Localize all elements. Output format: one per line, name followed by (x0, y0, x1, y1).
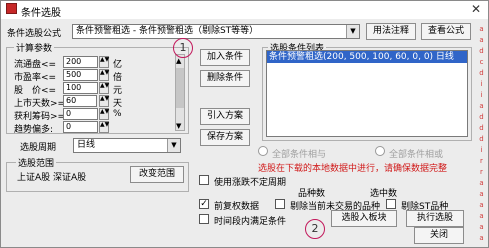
param-label: 市盈率<= (14, 73, 57, 83)
edge-mark: d (479, 113, 484, 121)
time-segment-label: 时间段内满足条件 (214, 217, 287, 227)
params-legend: 计算参数 (14, 41, 55, 54)
selected-count-label: 选中数 (370, 189, 398, 199)
close-button[interactable]: 关闭 (414, 227, 464, 244)
exclude-st-checkbox[interactable] (386, 199, 396, 209)
spin-stepper[interactable]: ▲▼ (99, 82, 109, 94)
radio-or-label: 全部条件相或 (389, 150, 444, 160)
period-value: 日线 (77, 140, 96, 150)
irregular-period-label: 使用涨跌不定周期 (214, 178, 287, 188)
formula-label: 条件选股公式 (7, 29, 62, 39)
param-input[interactable]: 0 (63, 121, 98, 133)
edge-mark: d (479, 135, 484, 143)
edge-mark: a (479, 25, 484, 33)
edge-mark: a (479, 36, 484, 44)
edge-mark: a (479, 102, 484, 110)
annotation-circle-1: 1 (173, 38, 193, 58)
param-input[interactable]: 200 (63, 56, 98, 68)
range-legend: 选股范围 (16, 156, 57, 169)
close-icon[interactable]: ✕ (466, 1, 486, 17)
exclude-suspended-checkbox[interactable] (275, 199, 285, 209)
param-unit: 天 (113, 99, 123, 109)
edge-mark: r (480, 157, 483, 165)
edge-mark: i (480, 80, 483, 88)
edge-mark: a (479, 234, 484, 242)
param-input[interactable]: 0 (63, 108, 98, 120)
spin-stepper[interactable]: ▲▼ (99, 108, 109, 120)
window-title: 条件选股 (21, 8, 61, 19)
select-to-block-button[interactable]: 选股入板块 (331, 210, 397, 227)
param-unit: 倍 (113, 73, 123, 83)
list-item[interactable]: 条件预警粗选(200, 500, 100, 60, 0, 0) 日线 (267, 51, 467, 63)
formula-combo[interactable]: 条件预警粗选 - 条件预警粗选（剔除ST等等） ▼ (72, 24, 360, 39)
radio-and-label: 全部条件相与 (272, 150, 327, 160)
edge-mark: a (479, 179, 484, 187)
edge-mark: d (479, 124, 484, 132)
formula-value: 条件预警粗选 - 条件预警粗选（剔除ST等等） (76, 26, 259, 36)
change-range-button[interactable]: 改变范围 (130, 166, 184, 183)
param-input[interactable]: 100 (63, 82, 98, 94)
param-unit: 元 (113, 86, 123, 96)
title-bar (1, 1, 488, 19)
edge-mark: a (479, 201, 484, 209)
edge-mark: i (480, 91, 483, 99)
edge-mark: d (479, 47, 484, 55)
param-label: 上市天数>= (14, 99, 66, 109)
param-unit: % (113, 109, 122, 119)
param-input[interactable]: 500 (63, 69, 98, 81)
import-plan-button[interactable]: 引入方案 (200, 108, 250, 125)
delete-condition-button[interactable]: 删除条件 (200, 70, 250, 87)
param-label: 股 价<= (14, 86, 57, 96)
radio-and[interactable] (258, 146, 268, 156)
radio-or[interactable] (375, 146, 385, 156)
period-label: 选股周期 (20, 143, 57, 153)
execute-select-button[interactable]: 执行选股 (406, 210, 464, 227)
irregular-period-checkbox[interactable] (199, 175, 209, 185)
spin-stepper[interactable]: ▲▼ (99, 56, 109, 68)
usage-button[interactable]: 用法注释 (366, 23, 416, 40)
data-warning-note: 选股在下载的本地数据中进行，请确保数据完整 (258, 164, 448, 174)
spin-stepper[interactable]: ▲▼ (99, 69, 109, 81)
annotation-circle-2: 2 (305, 219, 325, 239)
scroll-thumb[interactable] (176, 68, 184, 108)
view-formula-button[interactable]: 查看公式 (421, 23, 471, 40)
edge-mark: i (480, 146, 483, 154)
right-edge-marks: aadcdiiadddirraaaaaa (478, 24, 486, 244)
edge-mark: a (479, 212, 484, 220)
edge-mark: a (479, 190, 484, 198)
edge-mark: d (479, 69, 484, 77)
condition-list[interactable]: 条件预警粗选(200, 500, 100, 60, 0, 0) 日线 (266, 50, 468, 137)
edge-mark: c (479, 58, 484, 66)
prev-rights-checkbox[interactable]: ✓ (199, 199, 209, 209)
chevron-down-icon[interactable]: ▼ (167, 139, 180, 152)
param-label: 趋势偏多: (14, 125, 54, 135)
param-label: 获利筹码>= (14, 112, 66, 122)
total-count-label: 品种数 (298, 189, 326, 199)
range-text: 上证A股 深证A股 (17, 173, 87, 183)
prev-rights-label: 前复权数据 (214, 202, 260, 212)
param-unit: 亿 (113, 60, 123, 70)
spin-stepper[interactable]: ▲▼ (99, 95, 109, 107)
edge-mark: r (480, 168, 483, 176)
save-plan-button[interactable]: 保存方案 (200, 129, 250, 146)
time-segment-checkbox[interactable] (199, 214, 209, 224)
add-condition-button[interactable]: 加入条件 (200, 49, 250, 66)
chevron-down-icon[interactable]: ▼ (346, 25, 359, 38)
scroll-down-icon[interactable]: ▼ (176, 122, 181, 130)
spin-stepper[interactable]: ▲▼ (99, 121, 109, 133)
period-combo[interactable]: 日线 ▼ (73, 138, 181, 153)
app-icon (6, 3, 17, 14)
param-label: 流通盘<= (14, 60, 57, 70)
param-input[interactable]: 60 (63, 95, 97, 107)
edge-mark: a (479, 223, 484, 231)
scroll-up-icon[interactable]: ▲ (176, 57, 181, 65)
